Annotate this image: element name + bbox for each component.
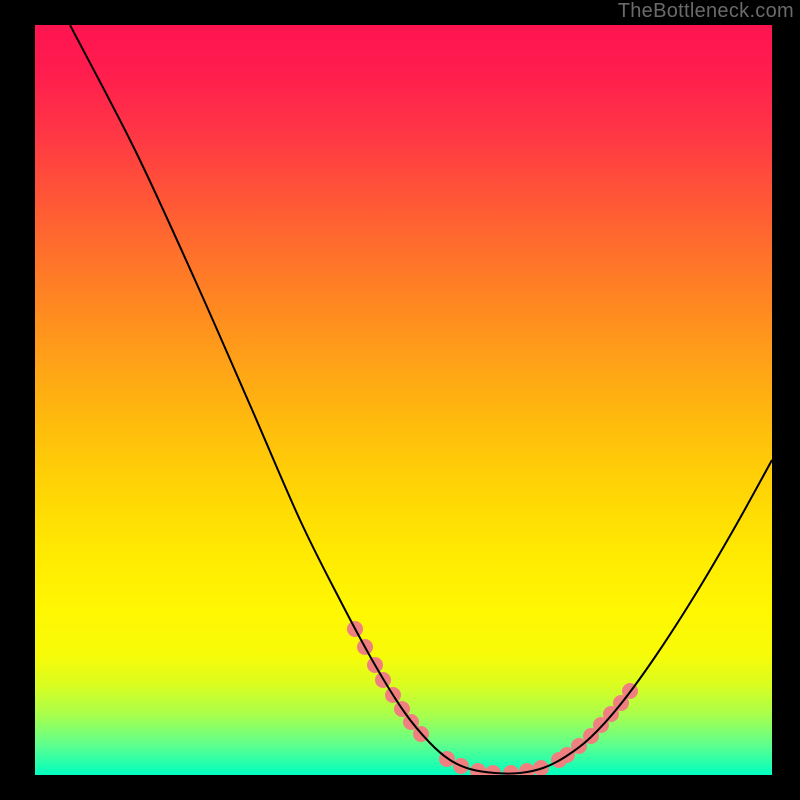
- curve-svg: [35, 25, 772, 775]
- marker-dots-group: [347, 621, 638, 775]
- plot-area: [35, 25, 772, 775]
- bottleneck-curve: [70, 25, 772, 774]
- watermark-text: TheBottleneck.com: [618, 0, 794, 23]
- chart-stage: TheBottleneck.com: [0, 0, 800, 800]
